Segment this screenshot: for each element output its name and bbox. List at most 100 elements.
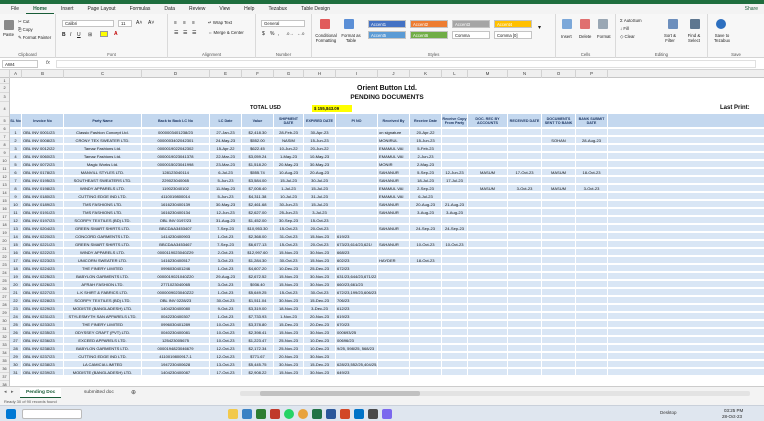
table-cell[interactable]: $6,677.13 bbox=[242, 241, 274, 248]
table-cell[interactable]: SCORPY TEXTILES (BD) LTD. bbox=[64, 217, 142, 224]
ribbon-tab-6[interactable]: Review bbox=[182, 4, 212, 14]
table-cell[interactable]: 17-Jul-23 bbox=[442, 177, 468, 184]
table-cell[interactable]: OBL INV 0197/23 bbox=[142, 217, 210, 224]
font-name-select[interactable]: Calibri bbox=[62, 20, 114, 27]
table-cell[interactable] bbox=[468, 289, 508, 296]
table-cell[interactable] bbox=[410, 217, 442, 224]
table-cell[interactable]: 706/23 bbox=[336, 297, 378, 304]
table-cell[interactable]: 602/23 bbox=[336, 257, 378, 264]
word-taskbar-icon[interactable] bbox=[326, 409, 336, 419]
table-cell[interactable]: 15-Nov-23 bbox=[274, 249, 304, 256]
table-cell[interactable]: 7-Sep-23 bbox=[210, 225, 242, 232]
table-cell[interactable] bbox=[442, 289, 468, 296]
table-cell[interactable]: 30-Nov-23 bbox=[274, 361, 304, 368]
conditional-formatting-icon[interactable] bbox=[320, 19, 330, 29]
table-cell[interactable]: OBL INV 0233/23 bbox=[22, 321, 64, 328]
column-header[interactable]: F bbox=[242, 70, 274, 78]
insert-cells-icon[interactable] bbox=[562, 19, 572, 29]
table-cell[interactable]: ODYSSEY CRAFT (PVT) LTD. bbox=[64, 329, 142, 336]
table-cell[interactable] bbox=[468, 209, 508, 216]
table-row[interactable]: 11 OBL INV 0191/23 TMS FASHIONS LTD. 161623… bbox=[10, 209, 764, 216]
row-header[interactable]: 11 bbox=[0, 165, 9, 173]
table-row[interactable]: 20 OBL INV 0226/23 AFRAH FASHION LTD. 27710… bbox=[10, 281, 764, 288]
align-middle-icon[interactable]: ≡ bbox=[183, 20, 186, 26]
table-cell[interactable]: 3-Aug-23 bbox=[442, 209, 468, 216]
style-accent5[interactable]: Accent5 bbox=[368, 31, 406, 39]
table-cell[interactable]: 30-Oct-23 bbox=[274, 257, 304, 264]
row-header[interactable]: 18 bbox=[0, 221, 9, 229]
table-cell[interactable]: EMAMUL VAI bbox=[378, 193, 410, 200]
table-cell[interactable]: 28 bbox=[10, 345, 22, 352]
table-cell[interactable]: 5-Feb-23 bbox=[410, 145, 442, 152]
table-cell[interactable] bbox=[508, 345, 542, 352]
table-cell[interactable]: 25-Nov-23 bbox=[274, 345, 304, 352]
table-cell[interactable]: 1-Oct-23 bbox=[210, 265, 242, 272]
table-cell[interactable] bbox=[410, 313, 442, 320]
row-header[interactable]: 29 bbox=[0, 309, 9, 317]
table-cell[interactable]: 0000194823046679 bbox=[142, 345, 210, 352]
table-cell[interactable]: 1-Oct-23 bbox=[210, 289, 242, 296]
table-cell[interactable] bbox=[542, 369, 576, 376]
table-cell[interactable] bbox=[542, 129, 576, 136]
ribbon-tab-0[interactable]: File bbox=[4, 4, 26, 14]
table-cell[interactable] bbox=[576, 313, 608, 320]
table-cell[interactable] bbox=[468, 273, 508, 280]
table-cell[interactable]: 17 bbox=[10, 257, 22, 264]
table-cell[interactable]: 5 bbox=[10, 161, 22, 168]
outlook-taskbar-icon[interactable] bbox=[354, 409, 364, 419]
table-cell[interactable]: 25-Nov-23 bbox=[274, 337, 304, 344]
style-comma[interactable]: Comma bbox=[452, 31, 490, 39]
table-cell[interactable]: 10-Aug-23 bbox=[274, 169, 304, 176]
add-sheet-icon[interactable]: ⊕ bbox=[128, 388, 139, 398]
clock-time[interactable]: 03:25 PM bbox=[724, 408, 743, 413]
table-cell[interactable]: 0996030401289 bbox=[142, 321, 210, 328]
row-header[interactable]: 22 bbox=[0, 253, 9, 261]
table-cell[interactable]: 4110019800014 bbox=[142, 193, 210, 200]
taskbar-search-box[interactable] bbox=[22, 409, 82, 419]
table-cell[interactable]: $2,627.00 bbox=[242, 209, 274, 216]
table-cell[interactable]: OBL INV 0236/23 bbox=[22, 337, 64, 344]
number-format-select[interactable]: General bbox=[261, 20, 305, 27]
table-cell[interactable]: 16 bbox=[10, 249, 22, 256]
row-header[interactable]: 24 bbox=[0, 269, 9, 277]
table-cell[interactable]: 24 bbox=[10, 313, 22, 320]
table-cell[interactable]: 30-Nov-23 bbox=[304, 249, 336, 256]
table-cell[interactable] bbox=[576, 257, 608, 264]
table-cell[interactable]: 24-Sep-23 bbox=[442, 225, 468, 232]
table-cell[interactable] bbox=[468, 201, 508, 208]
table-cell[interactable] bbox=[378, 297, 410, 304]
column-header[interactable]: G bbox=[274, 70, 304, 78]
format-as-table-button[interactable]: Format as Table bbox=[340, 33, 362, 43]
styles-more-icon[interactable]: ▾ bbox=[538, 24, 541, 31]
ribbon-tab-10[interactable]: Table Design bbox=[294, 4, 337, 14]
table-cell[interactable]: MASUM bbox=[542, 169, 576, 176]
table-cell[interactable]: 12 bbox=[10, 217, 22, 224]
table-cell[interactable]: 23-Mar-23 bbox=[210, 161, 242, 168]
table-cell[interactable]: OBL INV 0238/23 bbox=[22, 361, 64, 368]
table-cell[interactable] bbox=[442, 265, 468, 272]
table-cell[interactable]: TMS FASHIONS LTD. bbox=[64, 201, 142, 208]
table-row[interactable]: 3 OBL INV 0012/22 Tamaz Fashions Ltd. 00000… bbox=[10, 145, 764, 152]
table-cell[interactable] bbox=[410, 329, 442, 336]
table-cell[interactable]: 20-Jun-22 bbox=[304, 145, 336, 152]
column-header[interactable]: L bbox=[442, 70, 468, 78]
table-cell[interactable]: OBL INV 0220/23 bbox=[22, 233, 64, 240]
row-header[interactable]: 14 bbox=[0, 189, 9, 197]
paste-icon[interactable] bbox=[4, 20, 14, 30]
table-row[interactable]: 22 OBL INV 0228/23 SCORPY TEXTILES (BD) LT… bbox=[10, 297, 764, 304]
table-cell[interactable]: 24-Sep-23 bbox=[410, 225, 442, 232]
table-cell[interactable]: OBL INV 0195/23 bbox=[22, 177, 64, 184]
table-cell[interactable] bbox=[336, 169, 378, 176]
sheet-tab-submitted-doc[interactable]: submitted doc bbox=[78, 388, 120, 398]
table-cell[interactable]: $1,518.20 bbox=[242, 161, 274, 168]
style-accent2[interactable]: Accent2 bbox=[410, 20, 448, 28]
table-cell[interactable] bbox=[410, 273, 442, 280]
table-cell[interactable] bbox=[576, 265, 608, 272]
table-cell[interactable]: $2,368.00 bbox=[242, 233, 274, 240]
table-cell[interactable]: 1404230400087 bbox=[142, 369, 210, 376]
table-cell[interactable]: SAHANUR bbox=[378, 241, 410, 248]
sort-filter-button[interactable]: Sort & Filter bbox=[660, 33, 680, 43]
table-row[interactable]: 4 OBL INV 0060/23 Tamaz Fashions Ltd. 00000… bbox=[10, 153, 764, 160]
table-row[interactable]: 29 OBL INV 0237/23 CUTTING EDGE IND LTD. 41… bbox=[10, 353, 764, 360]
table-cell[interactable] bbox=[442, 145, 468, 152]
